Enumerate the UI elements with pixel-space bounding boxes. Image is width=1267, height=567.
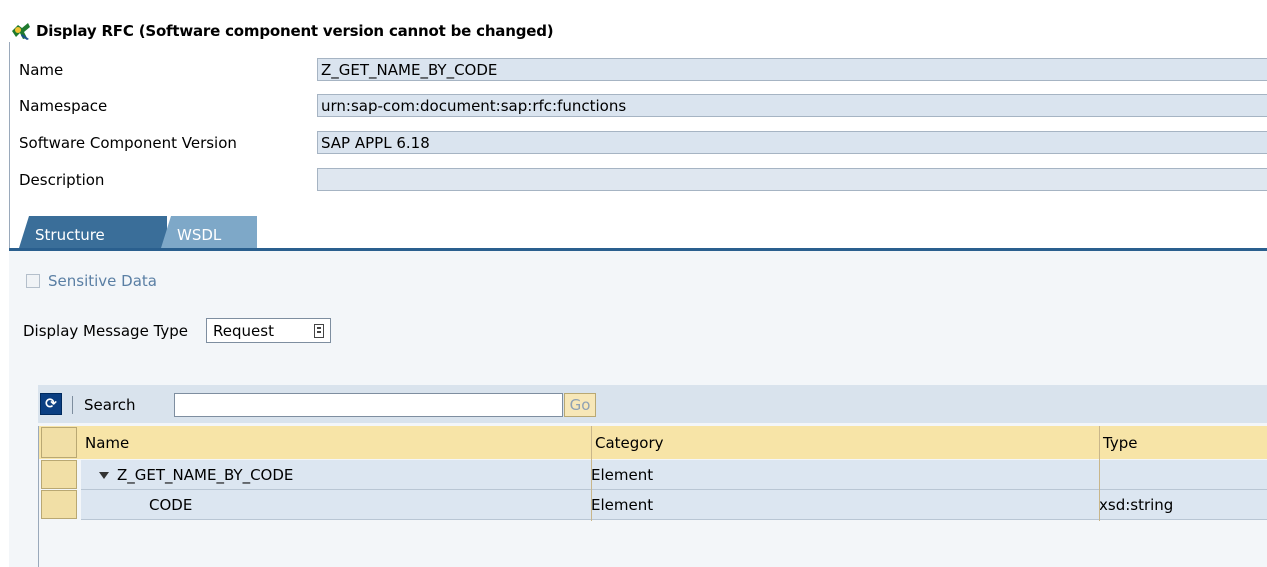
dropdown-list-icon[interactable] <box>314 323 325 338</box>
name-row: Name Z_GET_NAME_BY_CODE <box>19 58 1267 83</box>
tab-wsdl[interactable]: WSDL <box>161 216 257 248</box>
rfc-object-icon <box>12 23 30 40</box>
description-row: Description <box>19 168 1267 193</box>
row-type-cell: xsd:string <box>1099 496 1174 514</box>
structure-table: Name Category Type Z_GET_NAME_BY_CODE El… <box>38 426 1267 567</box>
row-category-cell: Element <box>591 466 654 484</box>
column-header-type[interactable]: Type <box>1103 434 1137 452</box>
column-divider <box>591 426 592 521</box>
search-label: Search <box>84 396 136 414</box>
window-title-bar: Display RFC (Software component version … <box>10 20 554 42</box>
table-row[interactable]: Z_GET_NAME_BY_CODE Element <box>81 460 1267 490</box>
refresh-icon[interactable]: ⟳ <box>40 393 62 415</box>
sensitive-data-option: Sensitive Data <box>26 272 157 290</box>
go-button[interactable]: Go <box>564 393 596 417</box>
row-selector[interactable] <box>41 490 77 519</box>
description-field[interactable] <box>317 168 1267 191</box>
name-label: Name <box>19 61 64 79</box>
column-header-category[interactable]: Category <box>595 434 664 452</box>
namespace-field[interactable]: urn:sap-com:document:sap:rfc:functions <box>317 94 1267 117</box>
row-name-text: Z_GET_NAME_BY_CODE <box>117 466 294 484</box>
column-header-name[interactable]: Name <box>85 434 129 452</box>
page-title: Display RFC (Software component version … <box>36 22 554 40</box>
message-type-label: Display Message Type <box>23 321 189 340</box>
tab-strip: Structure WSDL <box>9 214 1267 251</box>
software-component-version-field[interactable]: SAP APPL 6.18 <box>317 131 1267 154</box>
row-name-cell: Z_GET_NAME_BY_CODE <box>99 466 293 484</box>
row-category-cell: Element <box>591 496 654 514</box>
search-input[interactable] <box>174 393 563 417</box>
message-type-dropdown[interactable]: Request <box>206 318 332 343</box>
row-selector[interactable] <box>41 460 77 489</box>
software-component-version-label: Software Component Version <box>19 134 237 152</box>
software-component-version-row: Software Component Version SAP APPL 6.18 <box>19 131 1267 156</box>
toolbar-separator <box>72 396 73 414</box>
description-label: Description <box>19 171 105 189</box>
tab-structure[interactable]: Structure <box>19 216 167 248</box>
table-row[interactable]: CODE Element xsd:string <box>81 490 1267 520</box>
expand-triangle-icon[interactable] <box>99 472 109 479</box>
table-header-row: Name Category Type <box>39 426 1267 459</box>
table-toolbar: ⟳ Search Go <box>38 385 1267 423</box>
message-type-control: Display Message Type Request <box>23 318 332 343</box>
sensitive-data-checkbox[interactable] <box>26 274 40 288</box>
message-type-value: Request <box>213 321 274 340</box>
select-all-cell[interactable] <box>41 427 77 458</box>
namespace-row: Namespace urn:sap-com:document:sap:rfc:f… <box>19 94 1267 119</box>
namespace-label: Namespace <box>19 97 108 115</box>
row-name-cell: CODE <box>149 496 193 514</box>
name-field[interactable]: Z_GET_NAME_BY_CODE <box>317 58 1267 81</box>
column-divider <box>1099 426 1100 521</box>
sensitive-data-label: Sensitive Data <box>48 272 157 290</box>
